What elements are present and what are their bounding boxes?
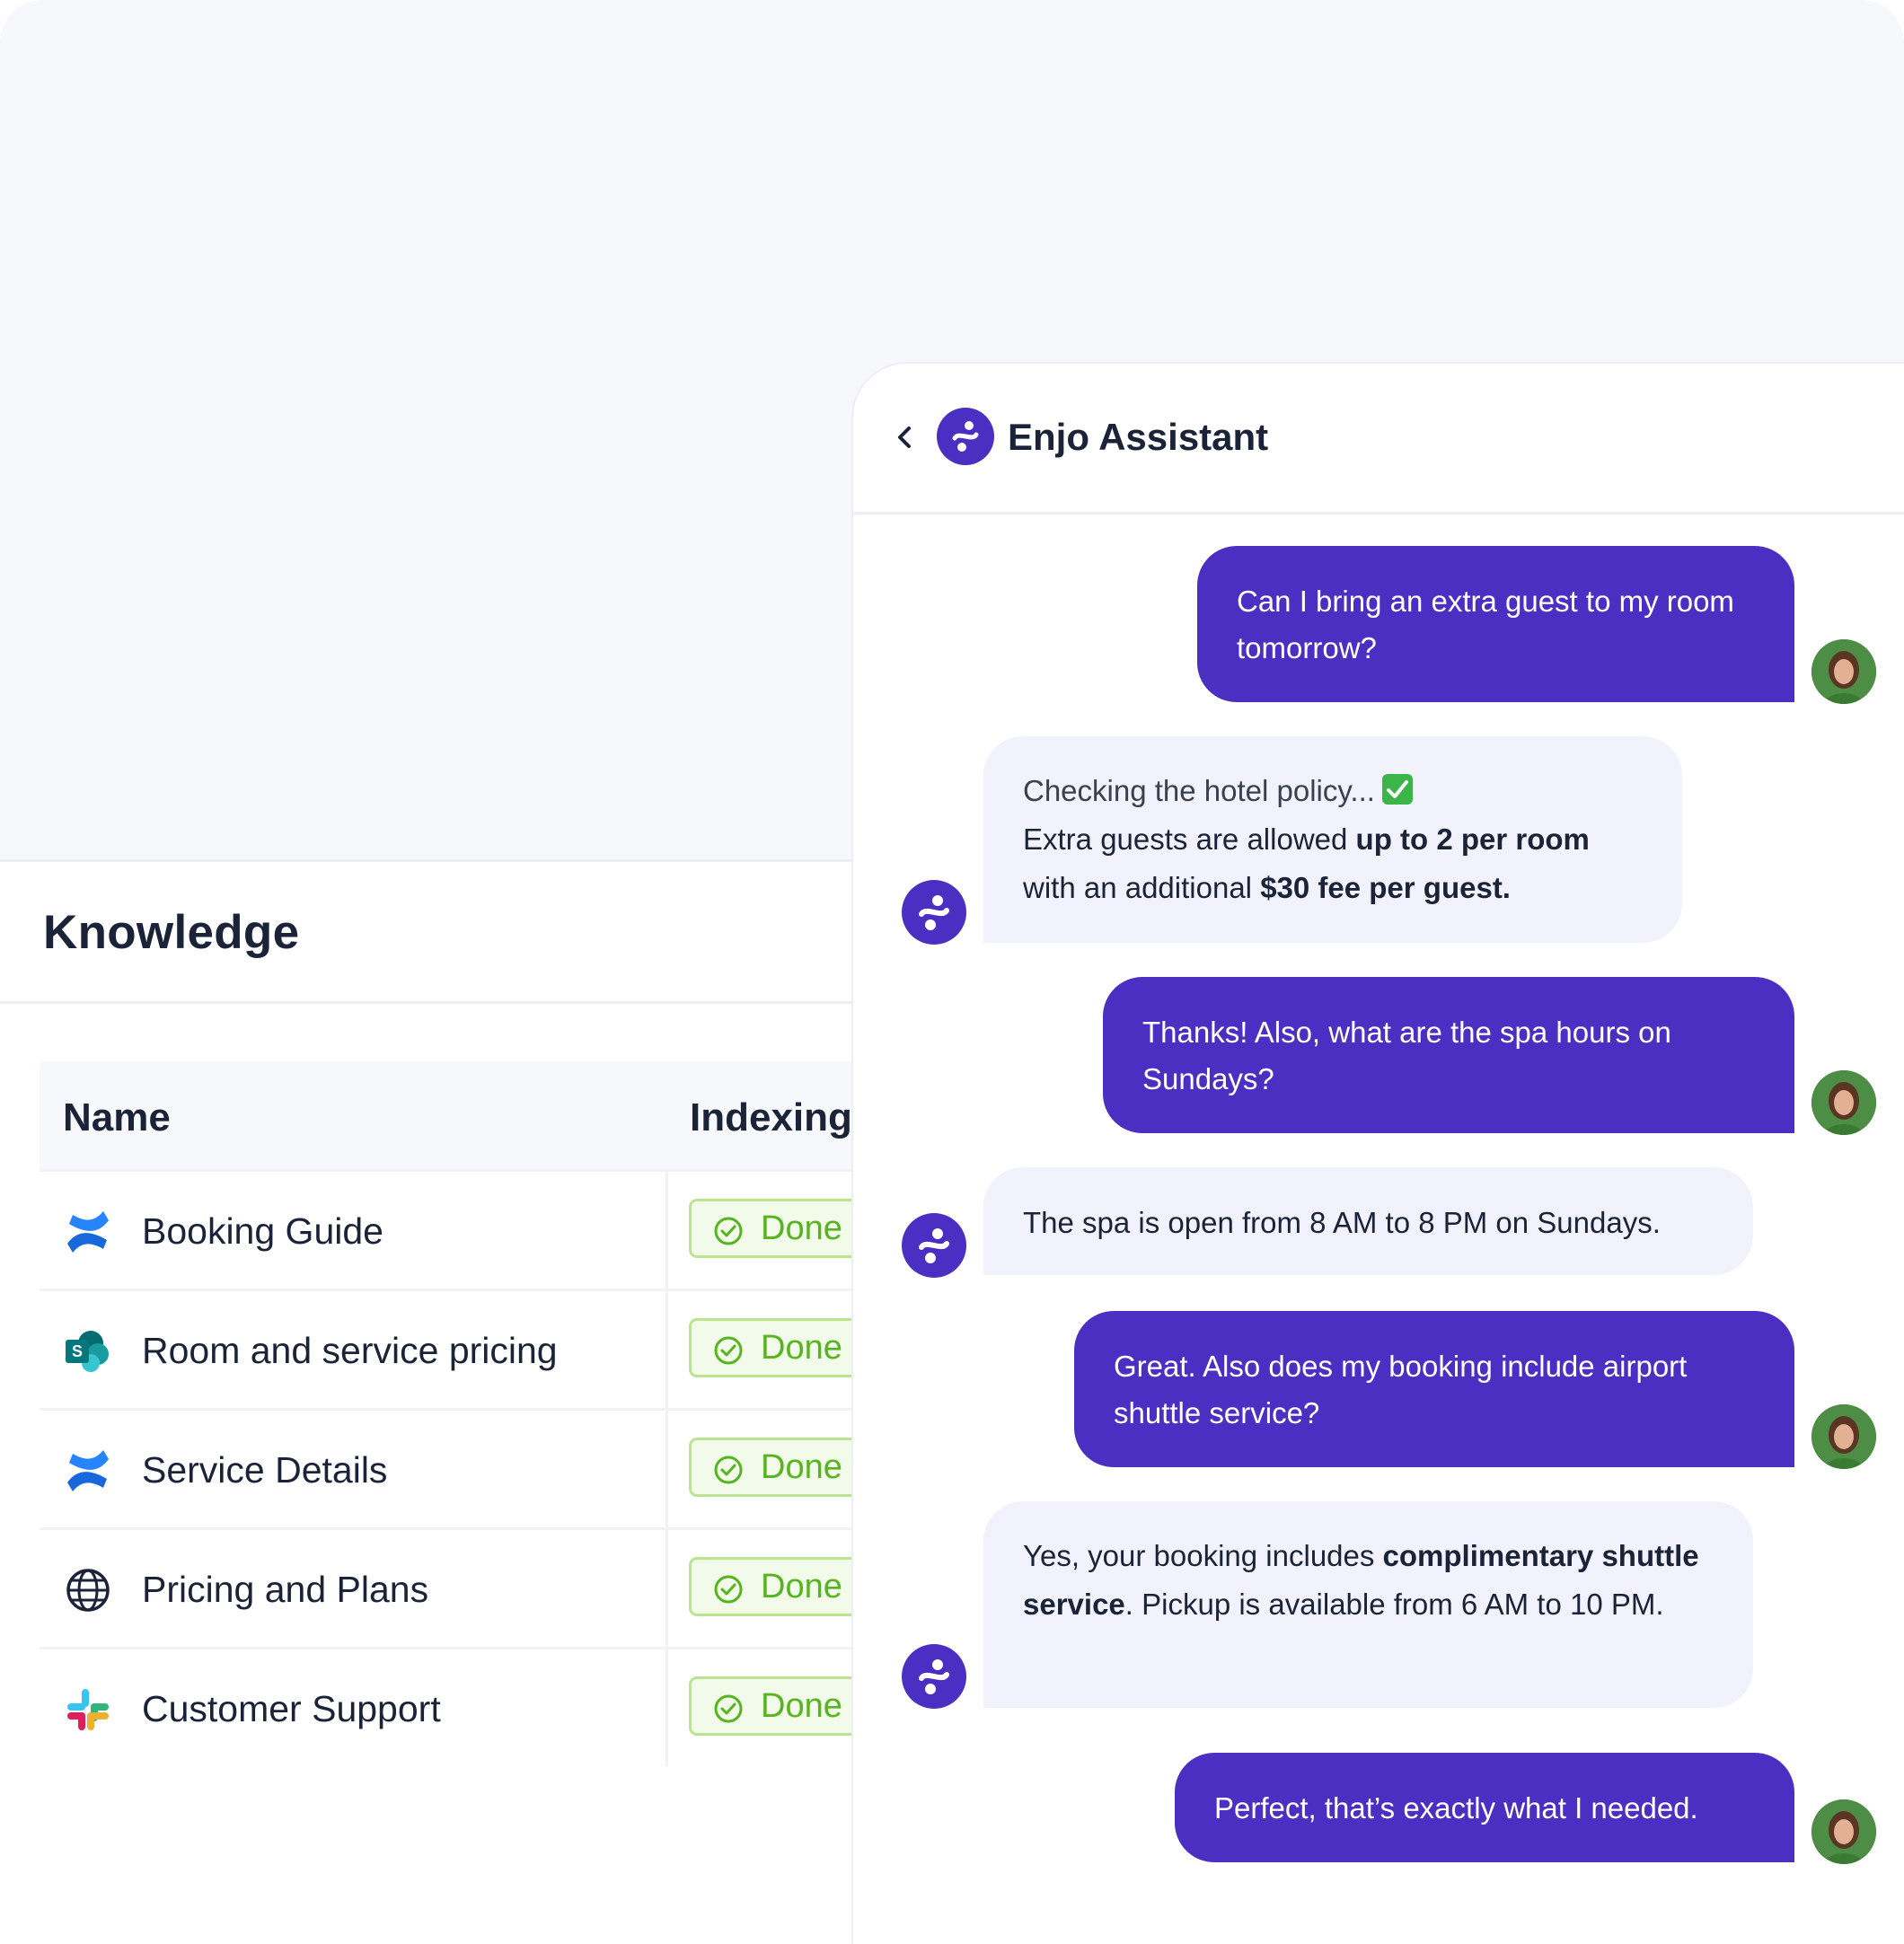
sharepoint-icon: S	[66, 1331, 109, 1372]
user-message: Perfect, that’s exactly what I needed.	[1175, 1753, 1794, 1862]
check-circle-icon	[714, 1575, 743, 1604]
user-avatar-image	[1811, 1404, 1876, 1469]
knowledge-table: Name Indexing Booking Guide Done S Room …	[40, 1061, 904, 1766]
knowledge-panel: Knowledge Name Indexing Booking Guide Do…	[0, 859, 904, 1906]
chat-title: Enjo Assistant	[1008, 416, 1269, 458]
bot-message: The spa is open from 8 AM to 8 PM on Sun…	[983, 1167, 1753, 1275]
row-name: Customer Support	[142, 1688, 441, 1729]
status-label: Done	[761, 1687, 842, 1725]
check-circle-icon	[714, 1456, 743, 1484]
message-text: Perfect, that’s exactly what I needed.	[1214, 1791, 1698, 1825]
knowledge-header: Knowledge	[0, 862, 898, 1004]
bot-avatar-icon	[902, 1644, 966, 1709]
user-avatar-image	[1811, 1070, 1876, 1135]
message-text: Extra guests are allowed	[1023, 822, 1356, 856]
enjo-logo-icon	[937, 408, 994, 465]
row-name: Pricing and Plans	[142, 1569, 429, 1610]
avatar	[1811, 1799, 1876, 1864]
status-label: Done	[761, 1448, 842, 1486]
message-text: Great. Also does my booking include airp…	[1114, 1350, 1688, 1429]
confluence-icon	[67, 1211, 109, 1253]
column-header-indexing[interactable]: Indexing	[690, 1095, 852, 1140]
row-name: Service Details	[142, 1449, 388, 1491]
user-message: Great. Also does my booking include airp…	[1074, 1311, 1794, 1467]
message-text: Yes, your booking includes	[1023, 1539, 1383, 1572]
table-header: Name Indexing	[40, 1061, 902, 1169]
table-row[interactable]: Customer Support Done	[40, 1647, 904, 1766]
message-text: The spa is open from 8 AM to 8 PM on Sun…	[1023, 1206, 1661, 1239]
globe-icon	[66, 1569, 110, 1612]
confluence-icon	[67, 1450, 109, 1491]
check-mark-emoji-icon	[1381, 774, 1413, 805]
check-circle-icon	[714, 1336, 743, 1365]
status-label: Done	[761, 1210, 842, 1247]
message-text: with an additional	[1023, 871, 1261, 904]
user-message: Thanks! Also, what are the spa hours on …	[1103, 977, 1794, 1133]
chevron-left-icon[interactable]	[891, 419, 918, 455]
table-row[interactable]: Booking Guide Done	[40, 1169, 904, 1289]
message-text: Checking the hotel policy...	[1023, 774, 1375, 807]
bot-avatar-icon	[902, 1213, 966, 1278]
check-circle-icon	[714, 1694, 743, 1723]
message-text: Can I bring an extra guest to my room to…	[1237, 585, 1734, 664]
page-title: Knowledge	[43, 906, 300, 959]
slack-icon	[67, 1689, 109, 1730]
bot-message: Checking the hotel policy... Extra guest…	[983, 736, 1682, 943]
row-name: Booking Guide	[142, 1210, 383, 1252]
bot-avatar-icon	[902, 880, 966, 945]
avatar	[1811, 639, 1876, 704]
message-text: . Pickup is available from 6 AM to 10 PM…	[1124, 1588, 1664, 1621]
status-label: Done	[761, 1329, 842, 1367]
column-header-name[interactable]: Name	[63, 1095, 171, 1140]
svg-text:S: S	[72, 1342, 83, 1360]
check-circle-icon	[714, 1217, 743, 1245]
table-row[interactable]: Pricing and Plans Done	[40, 1527, 904, 1647]
avatar	[1811, 1070, 1876, 1135]
table-row[interactable]: Service Details Done	[40, 1408, 904, 1527]
user-avatar-image	[1811, 639, 1876, 704]
message-emphasis: up to 2 per room	[1355, 822, 1590, 856]
message-emphasis: $30 fee per guest.	[1260, 871, 1511, 904]
table-row[interactable]: S Room and service pricing Done	[40, 1289, 904, 1408]
status-label: Done	[761, 1568, 842, 1605]
chat-panel: Enjo Assistant Can I bring an extra gues…	[853, 364, 1904, 1944]
bot-message: Yes, your booking includes complimentary…	[983, 1501, 1753, 1708]
user-avatar-image	[1811, 1799, 1876, 1864]
message-text: Thanks! Also, what are the spa hours on …	[1142, 1016, 1671, 1095]
avatar	[1811, 1404, 1876, 1469]
row-name: Room and service pricing	[142, 1330, 558, 1371]
chat-header: Enjo Assistant	[853, 364, 1904, 515]
user-message: Can I bring an extra guest to my room to…	[1197, 546, 1794, 702]
